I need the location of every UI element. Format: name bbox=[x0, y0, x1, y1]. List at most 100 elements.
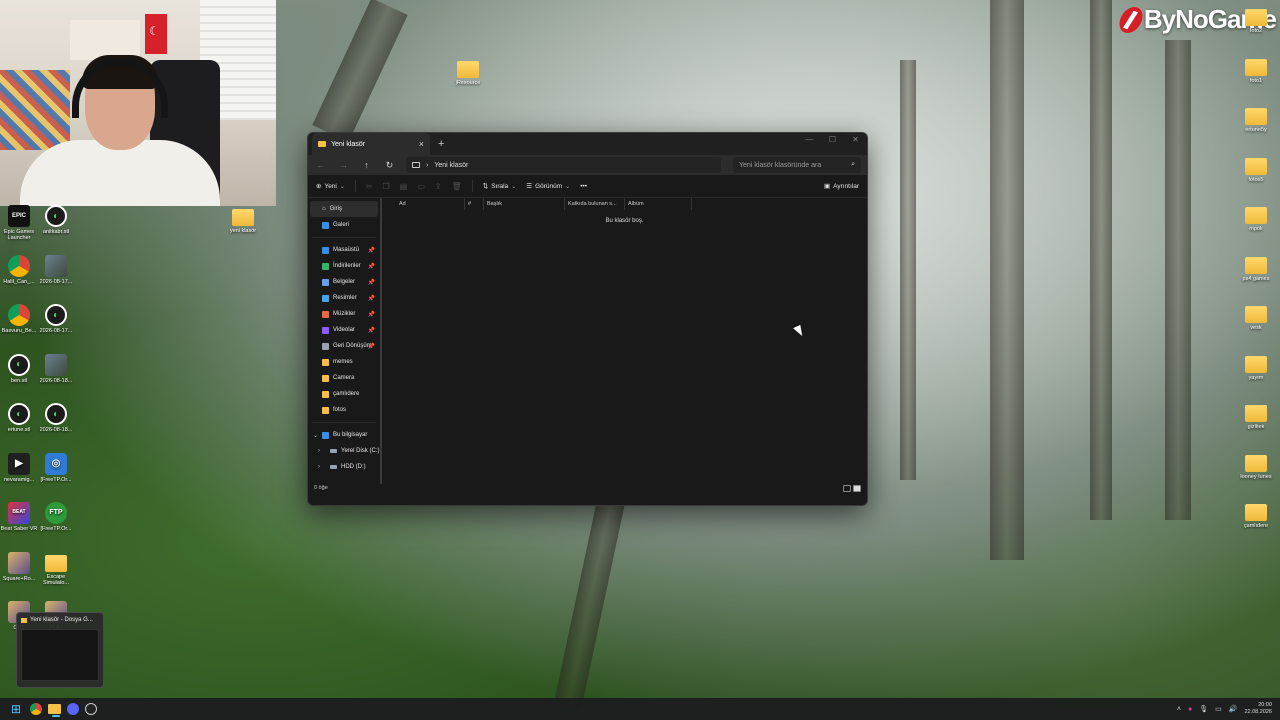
drive-icon bbox=[330, 465, 337, 469]
desktop-icon[interactable]: looney tunes bbox=[1234, 452, 1278, 480]
pin-icon[interactable]: 📌 bbox=[368, 247, 375, 254]
details-view-icon[interactable] bbox=[843, 484, 851, 492]
pin-icon[interactable]: 📌 bbox=[368, 295, 375, 302]
desktop-icon[interactable]: ◐ anitkabr.stl bbox=[34, 205, 78, 235]
desktop-icon[interactable]: 2026-08-18... bbox=[34, 353, 78, 384]
column-header-name[interactable]: Ad bbox=[396, 198, 465, 210]
share-icon[interactable]: ⇪ bbox=[435, 182, 442, 191]
photo-icon bbox=[45, 254, 67, 277]
cut-icon[interactable]: ✂ bbox=[366, 182, 373, 191]
details-pane-button[interactable]: ▣ Ayrıntılar bbox=[824, 182, 859, 191]
forward-button[interactable]: → bbox=[337, 160, 350, 170]
app-icon[interactable] bbox=[85, 703, 97, 715]
desktop-icon[interactable]: mpolı bbox=[1234, 204, 1278, 232]
nav-item-folder[interactable]: fotos bbox=[308, 402, 380, 418]
app-tray-icon[interactable]: ● bbox=[1188, 706, 1192, 713]
pin-icon[interactable]: 📌 bbox=[368, 279, 375, 286]
desktop-icon[interactable]: ◎ [FreeTP.Or... bbox=[34, 452, 78, 483]
taskbar-thumbnail-preview[interactable]: Yeni klasör - Dosya G... bbox=[16, 612, 104, 688]
desktop-icon[interactable]: FTP [FreeTP.Or... bbox=[34, 502, 78, 532]
nav-item-drive[interactable]: › HDD (D:) bbox=[308, 459, 380, 475]
windows-start-icon[interactable]: ⊞ bbox=[8, 701, 24, 717]
stl-file-icon: ◐ bbox=[45, 205, 67, 227]
desktop-icon[interactable]: yeni klasör bbox=[221, 206, 265, 234]
file-list-area[interactable]: Ad # Başlık Katkıda bulunan s... Albüm B… bbox=[382, 198, 867, 484]
desktop-icon[interactable]: jResource bbox=[446, 58, 490, 86]
tiles-view-icon[interactable] bbox=[853, 484, 861, 492]
desktop-icon[interactable]: yayım bbox=[1234, 353, 1278, 381]
pin-icon[interactable]: 📌 bbox=[368, 327, 375, 334]
chevron-right-icon[interactable]: › bbox=[318, 464, 320, 470]
pin-icon[interactable]: 📌 bbox=[368, 343, 375, 350]
delete-icon[interactable]: 🗑 bbox=[452, 182, 462, 191]
chevron-up-icon[interactable]: ˄ bbox=[1177, 706, 1181, 713]
paste-icon[interactable]: ▤ bbox=[400, 182, 408, 191]
chevron-right-icon[interactable]: › bbox=[318, 448, 320, 454]
file-explorer-icon[interactable] bbox=[48, 704, 61, 717]
rename-icon[interactable]: ▭ bbox=[417, 182, 425, 191]
network-icon[interactable]: ▭ bbox=[1215, 705, 1222, 713]
chrome-icon[interactable] bbox=[30, 703, 42, 715]
tab-yeni-klasor[interactable]: Yeni klasör × bbox=[312, 133, 430, 155]
nav-item-this-pc[interactable]: ⌄ Bu bilgisayar bbox=[308, 427, 380, 443]
desktop-icon[interactable]: ertune5y bbox=[1234, 105, 1278, 133]
desktop-icon[interactable]: ◐ 2026-08-17... bbox=[34, 304, 78, 334]
column-header-number[interactable]: # bbox=[465, 198, 484, 210]
nav-item-gallery[interactable]: Galeri bbox=[308, 217, 380, 233]
discord-icon[interactable] bbox=[67, 703, 79, 715]
desktop-icon[interactable]: foto1 bbox=[1234, 56, 1278, 84]
desktop-icon[interactable]: gizlitek bbox=[1234, 402, 1278, 430]
pin-icon[interactable]: 📌 bbox=[368, 311, 375, 318]
status-bar: 0 öğe bbox=[308, 483, 867, 493]
computer-icon bbox=[412, 162, 420, 168]
microphone-icon[interactable]: 🎙 bbox=[1199, 705, 1208, 713]
up-button[interactable]: ↑ bbox=[360, 160, 373, 170]
maximize-button[interactable]: ☐ bbox=[821, 133, 844, 155]
desktop-icon[interactable]: foto2 bbox=[1234, 6, 1278, 34]
desktop-icon[interactable]: vesk bbox=[1234, 303, 1278, 331]
desktop-icon[interactable]: ps4 games bbox=[1234, 254, 1278, 282]
nav-item-pinned[interactable]: Resimler 📌 bbox=[308, 290, 380, 306]
nav-item-pinned[interactable]: Videolar 📌 bbox=[308, 322, 380, 338]
nav-item-folder[interactable]: memes bbox=[308, 354, 380, 370]
nav-item-pinned[interactable]: Müzikler 📌 bbox=[308, 306, 380, 322]
nav-item-folder[interactable]: Camera bbox=[308, 370, 380, 386]
search-input[interactable]: Yeni klasör klasöründe ara ⌕ bbox=[733, 157, 861, 173]
nav-item-drive[interactable]: › Yerel Disk (C:) bbox=[308, 443, 380, 459]
sort-button[interactable]: ⇅ Sırala ⌄ bbox=[483, 182, 516, 191]
new-tab-button[interactable]: + bbox=[438, 138, 444, 150]
column-header-title[interactable]: Başlık bbox=[484, 198, 565, 210]
copy-icon[interactable]: ❐ bbox=[383, 182, 390, 191]
desktop-icon[interactable]: 2026-08-17... bbox=[34, 254, 78, 285]
nav-item-pinned[interactable]: İndirilenler 📌 bbox=[308, 258, 380, 274]
chevron-right-icon: › bbox=[426, 161, 429, 169]
minimize-button[interactable]: — bbox=[798, 133, 821, 155]
desktop-icon[interactable]: fotos5 bbox=[1234, 155, 1278, 183]
refresh-button[interactable]: ↻ bbox=[383, 160, 396, 171]
desktop-icon[interactable]: Escape Simulato... bbox=[34, 552, 78, 586]
clock[interactable]: 20:00 22.08.2026 bbox=[1244, 702, 1272, 715]
nav-item-folder[interactable]: çamlıdere bbox=[308, 386, 380, 402]
nav-item-pinned[interactable]: Geri Dönüşüm 📌 bbox=[308, 338, 380, 354]
drive-icon bbox=[330, 449, 337, 453]
chevron-down-icon[interactable]: ⌄ bbox=[313, 432, 318, 439]
nav-item-home[interactable]: ⌂ Giriş bbox=[310, 201, 378, 217]
nav-item-pinned[interactable]: Masaüstü 📌 bbox=[308, 242, 380, 258]
library-icon bbox=[322, 246, 329, 254]
more-options-button[interactable]: ••• bbox=[580, 183, 587, 190]
chrome-icon bbox=[8, 304, 30, 326]
back-button[interactable]: ← bbox=[314, 160, 327, 170]
desktop-icon[interactable]: ◐ 2026-08-18... bbox=[34, 403, 78, 433]
nav-item-pinned[interactable]: Belgeler 📌 bbox=[308, 274, 380, 290]
close-tab-icon[interactable]: × bbox=[419, 139, 424, 149]
view-button[interactable]: ☰ Görünüm ⌄ bbox=[526, 182, 570, 191]
volume-icon[interactable]: 🔊 bbox=[1229, 705, 1238, 713]
desktop-icon[interactable]: çamlıdere bbox=[1234, 501, 1278, 529]
pin-icon[interactable]: 📌 bbox=[368, 263, 375, 270]
new-button[interactable]: ⊕ Yeni ⌄ bbox=[316, 182, 345, 191]
address-field[interactable]: › Yeni klasör bbox=[406, 157, 721, 173]
column-header-contributors[interactable]: Katkıda bulunan s... bbox=[565, 198, 625, 210]
close-window-button[interactable]: ✕ bbox=[844, 133, 867, 155]
column-header-album[interactable]: Albüm bbox=[625, 198, 692, 210]
folder-icon bbox=[322, 374, 329, 382]
